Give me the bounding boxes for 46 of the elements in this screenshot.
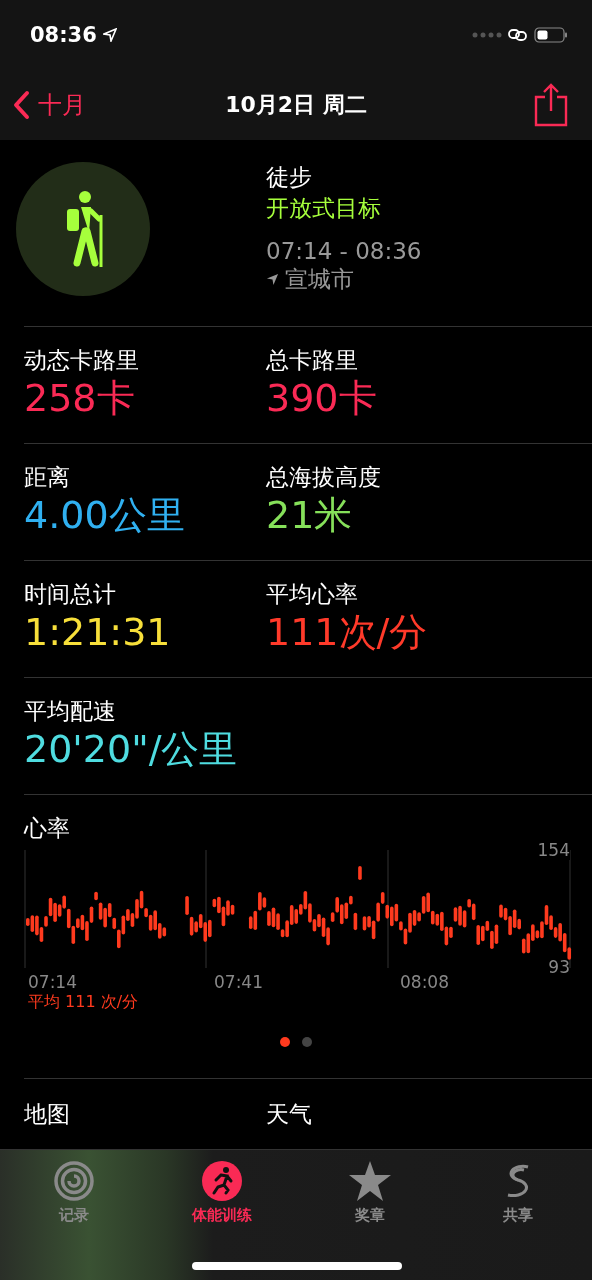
section-title[interactable]: 天气 [266,1098,508,1130]
time-range: 07:14 - 08:36 [266,238,422,264]
runner-icon [201,1160,243,1202]
metric-label: 时间总计 [24,580,117,609]
metric-value: 111次/分 [266,610,429,656]
workout-goal: 开放式目标 [266,194,382,223]
page-dot[interactable] [302,1037,312,1047]
location-arrow-icon [266,273,279,286]
rings-icon [53,1160,95,1202]
metric-value: 4.00公里 [24,493,186,539]
metric-label: 总海拔高度 [266,463,382,492]
metric-value: 1:21:31 [24,610,172,656]
axis-label: 08:08 [399,972,450,992]
chevron-icon [12,90,30,120]
status-time: 08:36 [30,23,97,47]
axis-label: 07:14 [27,972,78,992]
metric-label: 平均心率 [266,580,359,609]
tab[interactable]: 体能训练 [148,1150,296,1236]
axis-label: 93 [548,957,570,977]
axis-label: 154 [537,840,570,860]
chart-title: 心率 [24,814,71,843]
tab[interactable]: 奖章 [296,1150,444,1236]
metric-label: 平均配速 [24,697,117,726]
metric-label: 距离 [24,463,71,492]
section-title[interactable]: 地图 [24,1098,266,1130]
signal-dots-icon [472,32,502,38]
tab[interactable]: 共享 [444,1150,592,1236]
average-heart-rate: 平均 111 次/分 [27,992,140,1013]
metric-label: 总卡路里 [266,346,359,375]
back-button[interactable]: 十月 [12,89,112,121]
tab[interactable]: 记录 [0,1150,148,1236]
workout-name: 徒步 [266,163,313,192]
metric-value: 20'20"/公里 [24,727,239,773]
page-dot[interactable] [280,1037,290,1047]
metric-value: 21米 [266,493,354,539]
location-text: 宣城市 [285,265,354,294]
metric-value: 258卡 [24,376,136,422]
link-icon [508,27,528,43]
metric-label: 动态卡路里 [24,346,140,375]
battery-icon [534,27,568,43]
axis-label: 07:41 [213,972,264,992]
location-arrow-icon [102,28,117,42]
share-icon[interactable] [534,83,568,127]
nav-title: 10月2日 周二 [224,91,368,119]
star-icon [348,1160,392,1202]
metric-value: 390卡 [266,376,378,422]
